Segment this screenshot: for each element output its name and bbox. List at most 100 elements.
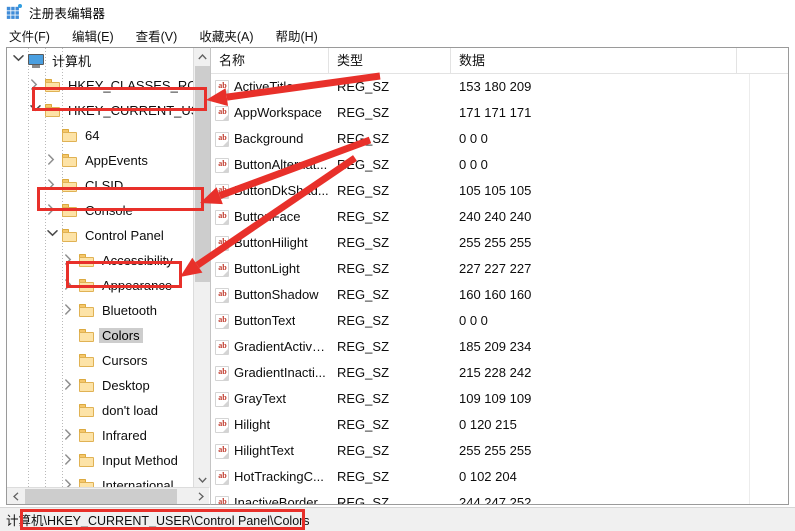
chevron-down-icon[interactable] [13,54,26,67]
scroll-down-icon[interactable] [194,471,210,488]
tree-node-hkey-current-user[interactable]: HKEY_CURRENT_USER [7,98,193,123]
value-type-cell: REG_SZ [337,495,390,505]
tree-vertical-scroll-thumb[interactable] [195,66,210,282]
table-row[interactable]: ab HilightText REG_SZ 255 255 255 [211,438,788,464]
string-value-icon: ab [215,261,229,277]
menu-view[interactable]: 查看(V) [134,24,187,47]
scroll-right-icon[interactable] [192,488,209,504]
value-type-cell: REG_SZ [337,313,390,328]
chevron-right-icon[interactable] [47,179,60,192]
menu-favorites[interactable]: 收藏夹(A) [197,24,262,47]
chevron-right-icon[interactable] [64,304,77,317]
chevron-down-icon[interactable] [30,104,43,117]
registry-values-panel: 名称 类型 数据 ab ActiveTitle REG_SZ 153 180 209 ab A… [210,47,789,505]
tree-vertical-scrollbar[interactable] [193,48,210,488]
tree-node-64[interactable]: 64 [7,123,193,148]
registry-editor-window: 注册表编辑器 文件(F) 编辑(E) 查看(V) 收藏夹(A) 帮助(H) 计算机 HKE… [0,0,795,531]
value-name-label: ButtonShadow [234,287,319,302]
chevron-right-icon[interactable] [64,429,77,442]
string-value-icon: ab [215,183,229,199]
scroll-up-icon[interactable] [194,48,210,65]
tree-node-input-method[interactable]: Input Method [7,448,193,473]
table-row[interactable]: ab ButtonDkShad... REG_SZ 105 105 105 [211,178,788,204]
value-name-cell: ab GradientActive... [211,334,329,360]
value-name-cell: ab ButtonAlternat... [211,152,329,178]
value-data-cell: 255 255 255 [459,443,532,458]
tree-node--[interactable]: 计算机 [7,48,193,73]
tree-node-control-panel[interactable]: Control Panel [7,223,193,248]
column-name[interactable]: 名称 [211,48,329,74]
column-data[interactable]: 数据 [451,48,737,74]
chevron-right-icon[interactable] [47,154,60,167]
string-value-icon: ab [215,391,229,407]
tree-node-label: don't load [102,403,158,418]
tree-node-desktop[interactable]: Desktop [7,373,193,398]
chevron-right-icon[interactable] [64,254,77,267]
table-row[interactable]: ab Background REG_SZ 0 0 0 [211,126,788,152]
menu-help[interactable]: 帮助(H) [273,24,326,47]
value-type-cell: REG_SZ [337,443,390,458]
table-row[interactable]: ab ButtonLight REG_SZ 227 227 227 [211,256,788,282]
table-row[interactable]: ab InactiveBorder REG_SZ 244 247 252 [211,490,788,505]
column-type[interactable]: 类型 [329,48,451,74]
status-path: 计算机\HKEY_CURRENT_USER\Control Panel\Colo… [6,514,310,528]
tree-node-appearance[interactable]: Appearance [7,273,193,298]
chevron-down-icon[interactable] [47,229,60,242]
values-column-headers: 名称 类型 数据 [211,48,788,74]
table-row[interactable]: ab ActiveTitle REG_SZ 153 180 209 [211,74,788,100]
tree-node-label: AppEvents [85,153,148,168]
tree-node-hkey-classes-root[interactable]: HKEY_CLASSES_ROOT [7,73,193,98]
registry-tree[interactable]: 计算机 HKEY_CLASSES_ROOT HKEY_CURRENT_USER 64 A… [7,48,193,488]
value-name-cell: ab Hilight [211,412,329,438]
chevron-right-icon[interactable] [30,79,43,92]
values-list[interactable]: ab ActiveTitle REG_SZ 153 180 209 ab AppWorks… [211,74,788,505]
tree-horizontal-scrollbar[interactable] [7,487,209,504]
tree-node-label: CLSID [85,178,124,193]
folder-icon [79,379,94,392]
table-row[interactable]: ab GradientActive... REG_SZ 185 209 234 [211,334,788,360]
table-row[interactable]: ab GradientInacti... REG_SZ 215 228 242 [211,360,788,386]
table-row[interactable]: ab ButtonAlternat... REG_SZ 0 0 0 [211,152,788,178]
string-value-icon: ab [215,105,229,121]
table-row[interactable]: ab Hilight REG_SZ 0 120 215 [211,412,788,438]
folder-icon [62,129,77,142]
value-data-cell: 255 255 255 [459,235,532,250]
tree-node-cursors[interactable]: Cursors [7,348,193,373]
menu-edit[interactable]: 编辑(E) [70,24,123,47]
table-row[interactable]: ab GrayText REG_SZ 109 109 109 [211,386,788,412]
tree-node-international[interactable]: International [7,473,193,488]
tree-node-clsid[interactable]: CLSID [7,173,193,198]
value-type-cell: REG_SZ [337,287,390,302]
table-row[interactable]: ab ButtonShadow REG_SZ 160 160 160 [211,282,788,308]
value-type-cell: REG_SZ [337,391,390,406]
chevron-right-icon[interactable] [64,279,77,292]
table-row[interactable]: ab ButtonFace REG_SZ 240 240 240 [211,204,788,230]
value-type-cell: REG_SZ [337,131,390,146]
tree-node-accessibility[interactable]: Accessibility [7,248,193,273]
chevron-right-icon[interactable] [64,379,77,392]
table-row[interactable]: ab AppWorkspace REG_SZ 171 171 171 [211,100,788,126]
string-value-icon: ab [215,313,229,329]
table-row[interactable]: ab ButtonText REG_SZ 0 0 0 [211,308,788,334]
chevron-right-icon[interactable] [64,454,77,467]
table-row[interactable]: ab ButtonHilight REG_SZ 255 255 255 [211,230,788,256]
value-data-cell: 109 109 109 [459,391,532,406]
column-divider [749,74,750,504]
value-data-cell: 0 102 204 [459,469,517,484]
tree-node-infrared[interactable]: Infrared [7,423,193,448]
tree-node-bluetooth[interactable]: Bluetooth [7,298,193,323]
value-name-cell: ab Background [211,126,329,152]
chevron-right-icon[interactable] [47,204,60,217]
scroll-left-icon[interactable] [7,488,24,504]
tree-node-colors[interactable]: Colors [7,323,193,348]
table-row[interactable]: ab HotTrackingC... REG_SZ 0 102 204 [211,464,788,490]
tree-node-appevents[interactable]: AppEvents [7,148,193,173]
value-name-cell: ab ActiveTitle [211,74,329,100]
tree-node-console[interactable]: Console [7,198,193,223]
menu-file[interactable]: 文件(F) [7,24,59,47]
string-value-icon: ab [215,495,229,504]
tree-horizontal-scroll-thumb[interactable] [25,489,177,504]
status-bar: 计算机\HKEY_CURRENT_USER\Control Panel\Colo… [0,507,795,531]
tree-node-don-t-load[interactable]: don't load [7,398,193,423]
